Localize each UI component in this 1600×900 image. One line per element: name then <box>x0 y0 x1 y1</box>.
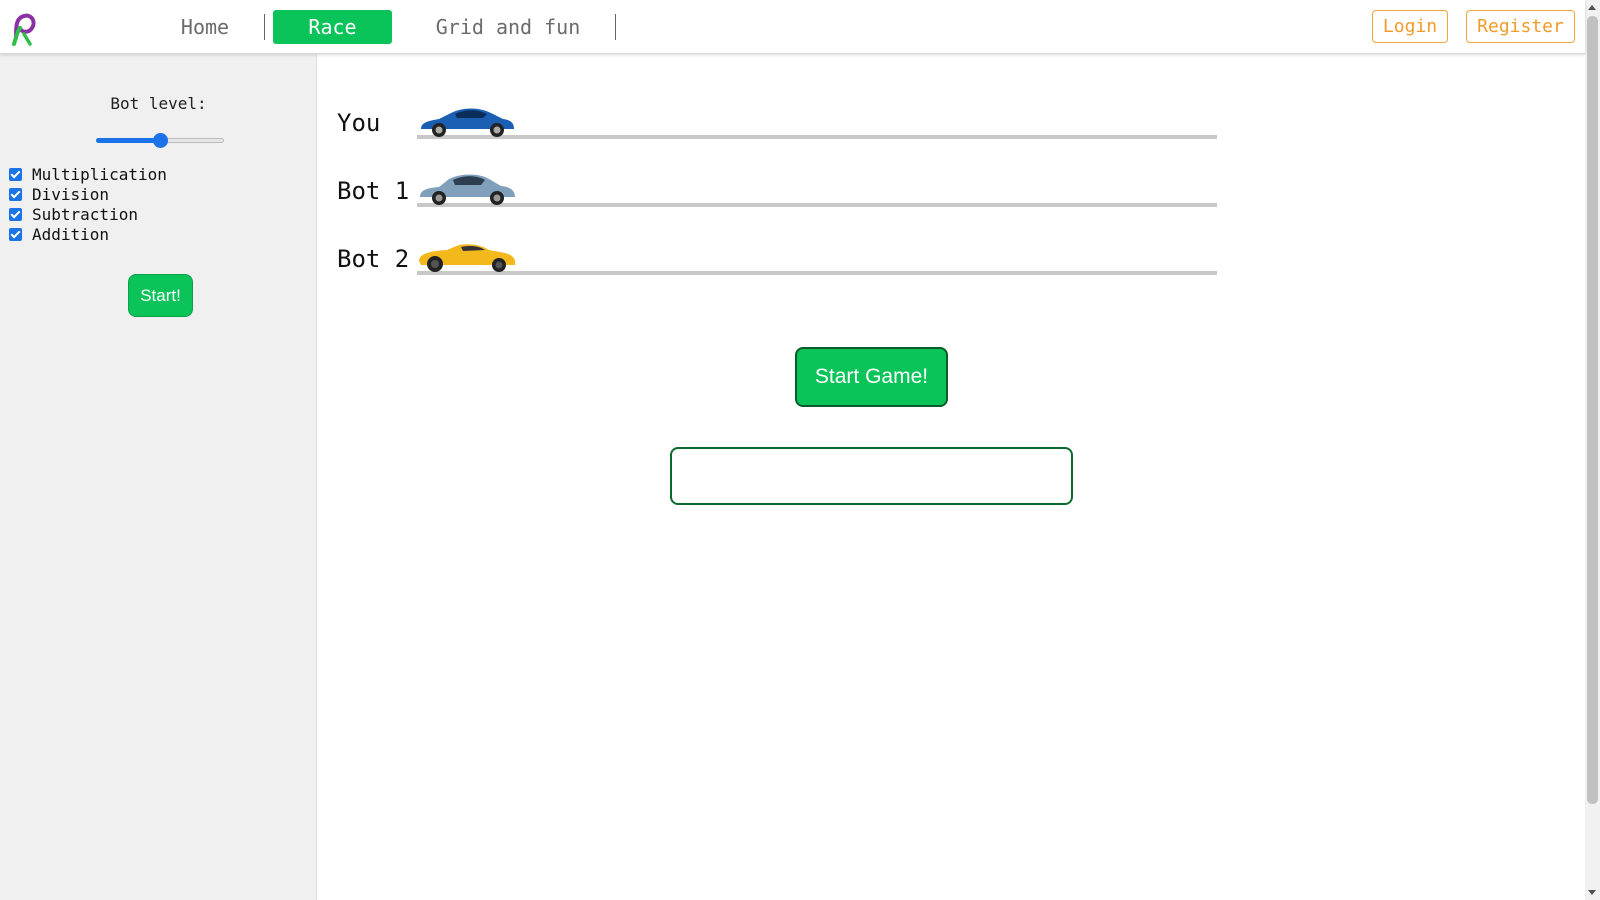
bot-level-slider[interactable] <box>96 132 224 148</box>
checkbox-division[interactable] <box>9 187 22 201</box>
option-label: Multiplication <box>32 164 167 184</box>
bot-level-label: Bot level: <box>110 94 207 113</box>
login-button[interactable]: Login <box>1372 10 1448 43</box>
option-addition[interactable]: Addition <box>9 224 167 244</box>
option-label: Division <box>32 184 110 204</box>
start-game-button[interactable]: Start Game! <box>795 347 948 407</box>
race-lane-you: You <box>337 89 1217 139</box>
race-track <box>417 135 1217 139</box>
nav-divider <box>264 14 265 40</box>
race-lane-bot-2: Bot 2 <box>337 225 1217 275</box>
start-button[interactable]: Start! <box>128 274 193 317</box>
option-multiplication[interactable]: Multiplication <box>9 164 167 184</box>
car-bot-2-icon <box>419 244 516 272</box>
option-subtraction[interactable]: Subtraction <box>9 204 167 224</box>
register-button[interactable]: Register <box>1466 10 1575 43</box>
app-logo-icon[interactable] <box>8 8 40 48</box>
page-scrollbar[interactable] <box>1585 0 1600 900</box>
option-label: Subtraction <box>32 204 138 224</box>
race-track <box>417 203 1217 207</box>
car-bot-1-icon <box>420 174 515 205</box>
scroll-up-icon[interactable] <box>1588 5 1596 10</box>
racer-label: You <box>337 109 381 137</box>
race-track <box>417 271 1217 275</box>
option-label: Addition <box>32 224 110 244</box>
option-division[interactable]: Division <box>9 184 167 204</box>
answer-input[interactable] <box>670 447 1073 505</box>
checkbox-multiplication[interactable] <box>9 167 22 181</box>
racer-label: Bot 1 <box>337 177 410 205</box>
scroll-thumb[interactable] <box>1587 16 1598 804</box>
car-you-icon <box>421 108 514 137</box>
nav-divider <box>615 14 616 40</box>
nav-grid-and-fun[interactable]: Grid and fun <box>424 10 592 44</box>
operation-options: Multiplication Division Subtraction Addi… <box>9 164 167 244</box>
slider-thumb[interactable] <box>153 133 168 148</box>
scroll-down-icon[interactable] <box>1588 890 1596 895</box>
racer-label: Bot 2 <box>337 245 410 273</box>
nav-home[interactable]: Home <box>168 10 242 44</box>
checkbox-subtraction[interactable] <box>9 207 22 221</box>
top-nav: Home Race Grid and fun Login Register <box>0 0 1585 54</box>
race-lane-bot-1: Bot 1 <box>337 157 1217 207</box>
nav-race[interactable]: Race <box>273 10 392 44</box>
settings-sidebar: Bot level: Multiplication Division Subtr… <box>0 54 317 900</box>
slider-fill <box>96 138 160 143</box>
checkbox-addition[interactable] <box>9 227 22 241</box>
